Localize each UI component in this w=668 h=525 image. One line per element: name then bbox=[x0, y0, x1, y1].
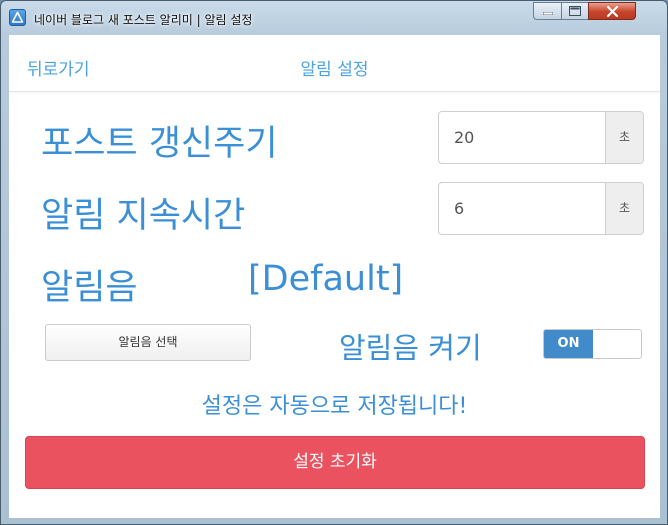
notification-duration-unit: 초 bbox=[605, 183, 643, 234]
notification-duration-input[interactable] bbox=[439, 183, 605, 234]
sound-toggle-switch[interactable]: ON bbox=[543, 329, 642, 359]
refresh-interval-unit: 초 bbox=[605, 112, 643, 163]
notification-sound-label: 알림음 bbox=[41, 268, 138, 308]
select-sound-button[interactable]: 알림음 선택 bbox=[45, 324, 251, 361]
refresh-interval-input[interactable] bbox=[439, 112, 605, 163]
sound-toggle-label: 알림음 켜기 bbox=[339, 331, 482, 365]
toggle-on-label: ON bbox=[544, 330, 593, 358]
close-button[interactable] bbox=[588, 2, 636, 20]
autosave-message: 설정은 자동으로 저장됩니다! bbox=[201, 394, 468, 419]
refresh-interval-label: 포스트 갱신주기 bbox=[41, 124, 278, 164]
app-window: 네이버 블로그 새 포스트 알리미 | 알림 설정 뒤로가기 알림 설정 포스트… bbox=[0, 0, 668, 525]
window-title: 네이버 블로그 새 포스트 알리미 | 알림 설정 bbox=[34, 13, 253, 27]
navbar: 뒤로가기 알림 설정 bbox=[9, 35, 660, 92]
maximize-button[interactable] bbox=[561, 2, 588, 20]
title-bar[interactable]: 네이버 블로그 새 포스트 알리미 | 알림 설정 bbox=[1, 1, 667, 35]
current-sound-value: [Default] bbox=[248, 259, 404, 299]
main-content: 뒤로가기 알림 설정 포스트 갱신주기 초 알림 지속시간 초 알림음 [Def… bbox=[9, 35, 660, 518]
app-logo-icon bbox=[9, 9, 26, 26]
notification-duration-group: 초 bbox=[438, 182, 644, 235]
minimize-button[interactable] bbox=[533, 2, 561, 20]
notification-duration-label: 알림 지속시간 bbox=[41, 196, 246, 236]
page-title: 알림 설정 bbox=[300, 60, 369, 80]
reset-settings-button[interactable]: 설정 초기화 bbox=[25, 436, 645, 489]
refresh-interval-group: 초 bbox=[438, 111, 644, 164]
